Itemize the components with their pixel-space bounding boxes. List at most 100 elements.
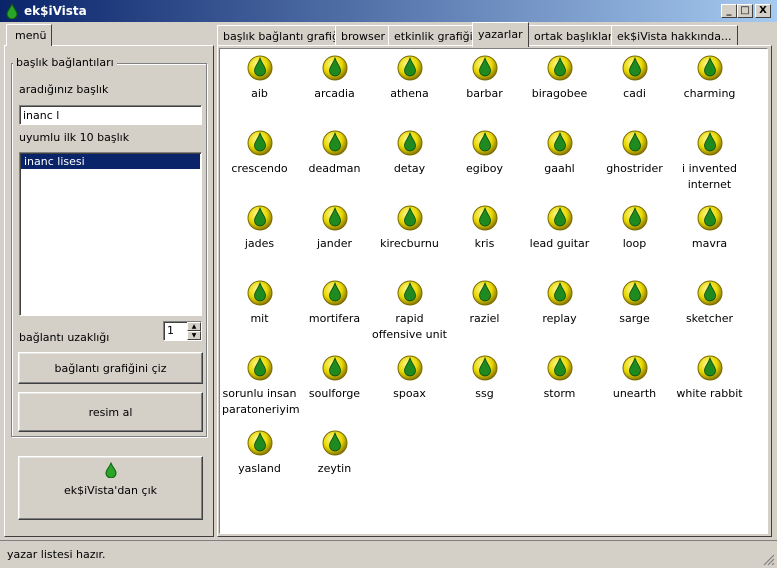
tab-browser[interactable]: browser (335, 25, 392, 46)
author-item[interactable]: gaahl (522, 128, 597, 203)
author-item[interactable]: raziel (447, 278, 522, 353)
draw-graph-button[interactable]: bağlantı grafiğini çiz (18, 352, 203, 384)
list-item[interactable]: inanc lisesi (21, 154, 200, 169)
author-icon (622, 130, 647, 156)
author-item[interactable]: zeytin (297, 428, 372, 503)
green-drop-icon (104, 462, 117, 478)
author-item[interactable]: sarge (597, 278, 672, 353)
author-icon (547, 280, 572, 306)
list-label: uyumlu ilk 10 başlık (19, 131, 130, 144)
author-item[interactable]: kirecburnu (372, 203, 447, 278)
author-item[interactable]: mit (222, 278, 297, 353)
author-icon (247, 130, 272, 156)
spin-up-arrow-icon[interactable]: ▲ (187, 322, 201, 331)
capture-image-button[interactable]: resim al (18, 392, 203, 432)
tab-label: yazarlar (478, 28, 523, 41)
author-icon (622, 55, 647, 81)
tab-common-titles[interactable]: ortak başlıklar (528, 25, 619, 46)
author-name: mortifera (308, 312, 361, 325)
author-item[interactable]: sorunlu insan paratoneriyim (222, 353, 300, 428)
author-item[interactable]: ghostrider (597, 128, 672, 203)
author-item[interactable]: unearth (597, 353, 672, 428)
author-item[interactable]: jades (222, 203, 297, 278)
author-name: jander (316, 237, 353, 250)
author-name: gaahl (544, 162, 575, 175)
tab-activity-graph[interactable]: etkinlik grafiği (388, 25, 479, 46)
author-icon (322, 355, 347, 381)
spin-down-arrow-icon[interactable]: ▼ (187, 331, 201, 340)
close-button[interactable]: X (755, 4, 771, 18)
author-item[interactable]: rapid offensive unit (372, 278, 447, 353)
author-item[interactable]: cadi (597, 53, 672, 128)
tab-about[interactable]: ek$iVista hakkında... (611, 25, 738, 46)
author-name: mit (250, 312, 269, 325)
author-item[interactable]: arcadia (297, 53, 372, 128)
tab-menu[interactable]: menü (6, 24, 52, 46)
author-item[interactable]: aib (222, 53, 297, 128)
capture-image-button-label: resim al (88, 406, 133, 419)
author-item[interactable]: lead guitar (522, 203, 597, 278)
author-name: charming (683, 87, 736, 100)
exit-button[interactable]: ek$iVista'dan çık (18, 456, 203, 520)
tab-link-graph[interactable]: başlık bağlantı grafiği (217, 25, 348, 46)
maximize-button[interactable]: □ (737, 4, 753, 18)
author-item[interactable]: sketcher (672, 278, 747, 353)
search-label: aradığınız başlık (19, 83, 109, 96)
author-item[interactable]: athena (372, 53, 447, 128)
tab-authors[interactable]: yazarlar (472, 22, 529, 47)
author-name: lead guitar (529, 237, 590, 250)
author-icon (472, 280, 497, 306)
distance-spinner[interactable]: 1 ▲ ▼ (163, 321, 202, 341)
authors-panel: aib arcadia athena barbar biragobee cadi charm… (219, 48, 768, 534)
author-item[interactable]: ssg (447, 353, 522, 428)
author-icon (622, 205, 647, 231)
author-item[interactable]: kris (447, 203, 522, 278)
author-name: kirecburnu (380, 237, 439, 250)
author-icon (397, 130, 422, 156)
author-name: sketcher (685, 312, 734, 325)
author-item[interactable]: biragobee (522, 53, 597, 128)
author-icon (397, 205, 422, 231)
author-item[interactable]: soulforge (297, 353, 372, 428)
author-name: yasland (238, 462, 281, 475)
minimize-button[interactable]: _ (721, 4, 737, 18)
author-icon (322, 205, 347, 231)
author-item[interactable]: charming (672, 53, 747, 128)
author-item[interactable]: i invented internet (672, 128, 747, 203)
author-icon (622, 355, 647, 381)
author-name: white rabbit (676, 387, 743, 400)
author-item[interactable]: loop (597, 203, 672, 278)
author-name: spoax (393, 387, 426, 400)
author-item[interactable]: egiboy (447, 128, 522, 203)
author-name: biragobee (531, 87, 588, 100)
author-item[interactable]: white rabbit (672, 353, 747, 428)
author-name: athena (390, 87, 429, 100)
author-icon (697, 355, 722, 381)
author-item[interactable]: replay (522, 278, 597, 353)
author-icon (322, 430, 347, 456)
resize-grip-icon[interactable] (763, 554, 775, 566)
author-item[interactable]: jander (297, 203, 372, 278)
author-name: barbar (466, 87, 503, 100)
author-name: mavra (691, 237, 728, 250)
author-item[interactable]: yasland (222, 428, 297, 503)
author-item[interactable]: deadman (297, 128, 372, 203)
author-icon (472, 55, 497, 81)
author-item[interactable]: mavra (672, 203, 747, 278)
search-input[interactable]: inanc l (19, 105, 202, 125)
title-listbox[interactable]: inanc lisesi (19, 152, 202, 316)
author-item[interactable]: detay (372, 128, 447, 203)
title-bar: ek$iVista _ □ X (0, 0, 777, 22)
author-item[interactable]: storm (522, 353, 597, 428)
left-panel: başlık bağlantıları aradığınız başlık in… (4, 45, 214, 537)
author-name: loop (622, 237, 647, 250)
author-item[interactable]: spoax (372, 353, 447, 428)
author-item[interactable]: mortifera (297, 278, 372, 353)
status-bar: yazar listesi hazır. (0, 540, 777, 568)
author-item[interactable]: barbar (447, 53, 522, 128)
author-name: ghostrider (606, 162, 663, 175)
tab-label: başlık bağlantı grafiği (223, 30, 342, 43)
distance-label: bağlantı uzaklığı (19, 331, 110, 344)
author-name: cadi (623, 87, 646, 100)
author-item[interactable]: crescendo (222, 128, 297, 203)
